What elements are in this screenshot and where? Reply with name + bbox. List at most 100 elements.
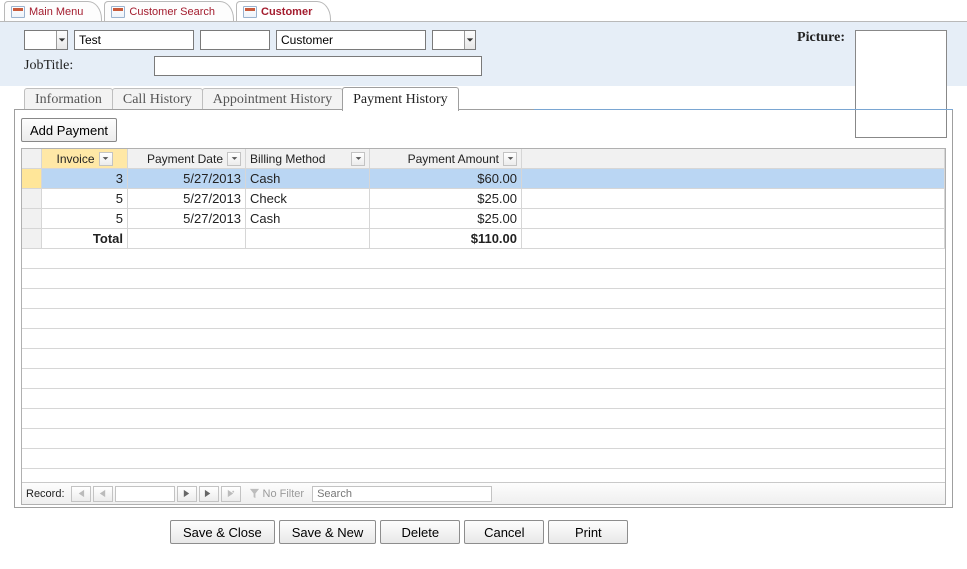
grid-empty-area — [22, 249, 945, 482]
tab-appointment-history[interactable]: Appointment History — [202, 88, 343, 110]
cell-payment-amount[interactable]: $25.00 — [370, 189, 522, 208]
picture-label: Picture: — [797, 30, 845, 46]
title-input[interactable] — [25, 31, 56, 49]
filter-status: No Filter — [249, 488, 305, 500]
chevron-down-icon[interactable] — [464, 31, 475, 49]
suffix-input[interactable] — [433, 31, 464, 49]
cell-billing-method[interactable]: Cash — [246, 169, 370, 188]
customer-header: JobTitle: Picture: — [0, 22, 967, 86]
nav-prev-button[interactable] — [93, 486, 113, 502]
form-icon — [111, 6, 125, 18]
tab-label: Information — [35, 92, 102, 108]
cell-payment-date[interactable]: 5/27/2013 — [128, 189, 246, 208]
select-all-corner[interactable] — [22, 149, 42, 168]
cell-blank — [522, 209, 945, 228]
tab-label: Payment History — [353, 92, 448, 108]
tab-payment-history[interactable]: Payment History — [342, 87, 459, 111]
chevron-down-icon[interactable] — [351, 152, 365, 166]
chevron-down-icon[interactable] — [56, 31, 67, 49]
suffix-combo[interactable] — [432, 30, 476, 50]
first-name-input[interactable] — [74, 30, 194, 50]
grid-header: Invoice Payment Date Billing Method Paym… — [22, 149, 945, 169]
cell-invoice[interactable]: 3 — [42, 169, 128, 188]
total-method-cell — [246, 229, 370, 248]
total-amount-cell: $110.00 — [370, 229, 522, 248]
column-header-invoice[interactable]: Invoice — [42, 149, 128, 168]
total-rest-cell — [522, 229, 945, 248]
print-button[interactable]: Print — [548, 520, 628, 544]
total-label-cell: Total — [42, 229, 128, 248]
table-row[interactable]: 55/27/2013Check$25.00 — [22, 189, 945, 209]
record-navigator: Record: No Filter — [22, 482, 945, 504]
column-label: Billing Method — [250, 152, 325, 166]
tab-label: Call History — [123, 92, 192, 108]
bottom-action-bar: Save & Close Save & New Delete Cancel Pr… — [0, 514, 967, 544]
record-label: Record: — [26, 488, 65, 500]
cell-payment-amount[interactable]: $60.00 — [370, 169, 522, 188]
jobtitle-label: JobTitle: — [24, 58, 148, 74]
chevron-down-icon[interactable] — [503, 152, 517, 166]
file-tab-label: Customer Search — [129, 6, 215, 18]
form-icon — [243, 6, 257, 18]
middle-name-input[interactable] — [200, 30, 270, 50]
tab-information[interactable]: Information — [24, 88, 113, 110]
grid-body: 35/27/2013Cash$60.0055/27/2013Check$25.0… — [22, 169, 945, 229]
picture-area: Picture: — [797, 30, 947, 138]
cell-payment-date[interactable]: 5/27/2013 — [128, 169, 246, 188]
cell-blank — [522, 189, 945, 208]
row-marker — [22, 229, 42, 248]
record-number-input[interactable] — [115, 486, 175, 502]
file-tab-label: Customer — [261, 6, 312, 18]
add-payment-button[interactable]: Add Payment — [21, 118, 117, 142]
chevron-down-icon[interactable] — [227, 152, 241, 166]
column-header-payment-amount[interactable]: Payment Amount — [370, 149, 522, 168]
picture-box[interactable] — [855, 30, 947, 138]
sub-tabs: Information Call History Appointment His… — [14, 86, 953, 110]
cell-billing-method[interactable]: Check — [246, 189, 370, 208]
title-combo[interactable] — [24, 30, 68, 50]
funnel-icon — [249, 488, 260, 499]
column-header-payment-date[interactable]: Payment Date — [128, 149, 246, 168]
cell-blank — [522, 169, 945, 188]
delete-button[interactable]: Delete — [380, 520, 460, 544]
search-input[interactable] — [312, 486, 492, 502]
nav-first-button[interactable] — [71, 486, 91, 502]
sub-tab-underline — [14, 109, 953, 110]
filter-label: No Filter — [263, 488, 305, 500]
chevron-down-icon[interactable] — [99, 152, 113, 166]
row-marker[interactable] — [22, 209, 42, 228]
cell-payment-date[interactable]: 5/27/2013 — [128, 209, 246, 228]
file-tab-main-menu[interactable]: Main Menu — [4, 1, 102, 21]
save-new-button[interactable]: Save & New — [279, 520, 377, 544]
nav-next-button[interactable] — [177, 486, 197, 502]
save-close-button[interactable]: Save & Close — [170, 520, 275, 544]
table-row[interactable]: 35/27/2013Cash$60.00 — [22, 169, 945, 189]
table-row[interactable]: 55/27/2013Cash$25.00 — [22, 209, 945, 229]
column-header-blank — [522, 149, 945, 168]
cell-invoice[interactable]: 5 — [42, 189, 128, 208]
last-name-input[interactable] — [276, 30, 426, 50]
column-header-billing-method[interactable]: Billing Method — [246, 149, 370, 168]
payment-history-panel: Add Payment Invoice Payment Date Billing… — [14, 110, 953, 508]
row-marker[interactable] — [22, 169, 42, 188]
grid-total-row: Total $110.00 — [22, 229, 945, 249]
column-label: Invoice — [56, 152, 94, 166]
payments-grid: Invoice Payment Date Billing Method Paym… — [21, 148, 946, 505]
file-tab-customer-search[interactable]: Customer Search — [104, 1, 234, 21]
jobtitle-input[interactable] — [154, 56, 482, 76]
file-tab-strip: Main Menu Customer Search Customer — [0, 0, 967, 22]
file-tab-label: Main Menu — [29, 6, 83, 18]
cell-billing-method[interactable]: Cash — [246, 209, 370, 228]
nav-last-button[interactable] — [199, 486, 219, 502]
row-marker[interactable] — [22, 189, 42, 208]
column-label: Payment Amount — [408, 152, 499, 166]
cell-invoice[interactable]: 5 — [42, 209, 128, 228]
nav-new-button[interactable] — [221, 486, 241, 502]
cell-payment-amount[interactable]: $25.00 — [370, 209, 522, 228]
file-tab-customer[interactable]: Customer — [236, 1, 331, 21]
total-date-cell — [128, 229, 246, 248]
tab-label: Appointment History — [213, 92, 332, 108]
cancel-button[interactable]: Cancel — [464, 520, 544, 544]
tab-call-history[interactable]: Call History — [112, 88, 203, 110]
form-icon — [11, 6, 25, 18]
